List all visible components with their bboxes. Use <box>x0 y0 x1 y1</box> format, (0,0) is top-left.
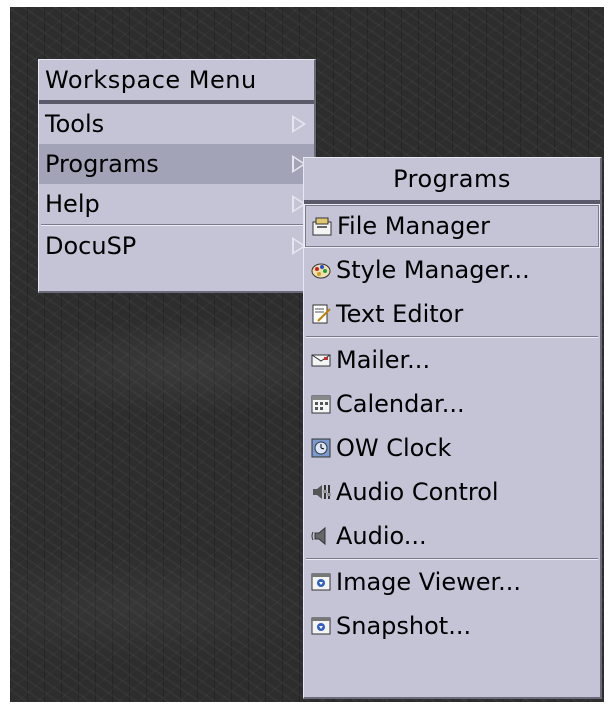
menu-item-label: Help <box>45 190 100 218</box>
menu-item-image-viewer[interactable]: Image Viewer... <box>304 560 600 604</box>
calendar-icon <box>310 393 332 415</box>
menu-item-audio[interactable]: Audio... <box>304 514 600 558</box>
image-viewer-icon <box>310 571 332 593</box>
menu-item-file-manager[interactable]: File Manager <box>304 204 600 248</box>
menu-item-style-manager[interactable]: Style Manager... <box>304 248 600 292</box>
menu-item-audio-control[interactable]: Audio Control <box>304 470 600 514</box>
menu-item-label: Text Editor <box>336 300 464 328</box>
mailer-icon <box>310 349 332 371</box>
menu-item-label: Tools <box>45 110 105 138</box>
clock-icon <box>310 437 332 459</box>
workspace-menu-title: Workspace Menu <box>45 66 257 94</box>
menu-item-label: File Manager <box>337 212 490 240</box>
menu-item-help[interactable]: Help <box>39 184 314 224</box>
snapshot-icon <box>310 615 332 637</box>
menu-item-label: Image Viewer... <box>336 568 522 596</box>
workspace-menu: Workspace Menu Tools Programs Help DocuS… <box>38 59 316 293</box>
menu-item-ow-clock[interactable]: OW Clock <box>304 426 600 470</box>
menu-item-mailer[interactable]: Mailer... <box>304 338 600 382</box>
submenu-arrow-icon <box>292 115 306 133</box>
menu-item-label: Calendar... <box>336 390 465 418</box>
menu-item-snapshot[interactable]: Snapshot... <box>304 604 600 648</box>
text-editor-icon <box>310 303 332 325</box>
menu-item-label: Style Manager... <box>336 256 530 284</box>
menu-item-docusp[interactable]: DocuSP <box>39 226 314 266</box>
programs-menu-title: Programs <box>393 165 511 193</box>
menu-item-label: Audio... <box>336 522 427 550</box>
menu-item-calendar[interactable]: Calendar... <box>304 382 600 426</box>
menu-item-label: DocuSP <box>45 232 137 260</box>
audio-control-icon <box>310 481 332 503</box>
menu-item-label: Audio Control <box>336 478 499 506</box>
menu-item-programs[interactable]: Programs <box>39 144 314 184</box>
audio-icon <box>310 525 332 547</box>
menu-item-text-editor[interactable]: Text Editor <box>304 292 600 336</box>
menu-item-label: Mailer... <box>336 346 431 374</box>
programs-submenu: Programs File Manager Style Manager... T… <box>303 157 602 699</box>
file-manager-icon <box>311 215 333 237</box>
menu-item-label: Snapshot... <box>336 612 472 640</box>
menu-item-label: OW Clock <box>336 434 452 462</box>
menu-item-label: Programs <box>45 150 159 178</box>
menu-item-tools[interactable]: Tools <box>39 104 314 144</box>
desktop-background: Workspace Menu Tools Programs Help DocuS… <box>10 7 604 702</box>
style-manager-icon <box>310 259 332 281</box>
